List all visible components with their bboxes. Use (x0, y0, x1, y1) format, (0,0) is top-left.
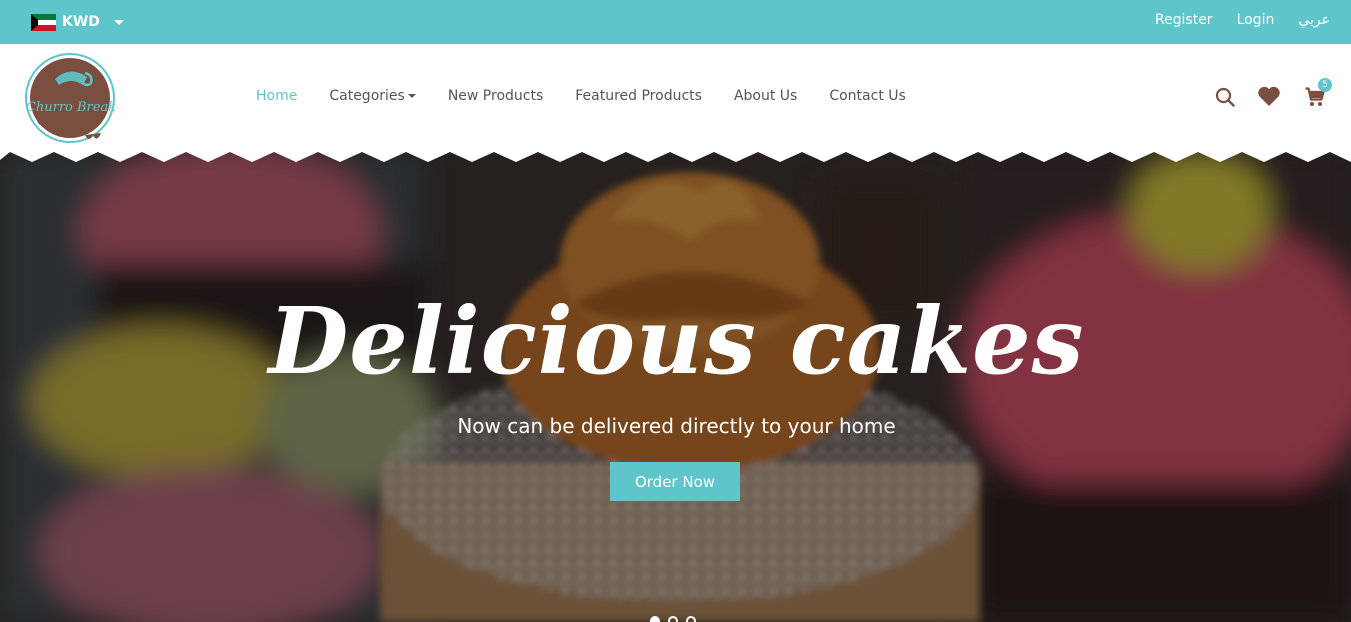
kuwait-flag-icon (31, 13, 56, 31)
main-nav: Home Categories New Products Featured Pr… (256, 88, 906, 104)
search-icon (1215, 87, 1235, 107)
logo-text: Churro Break (26, 100, 116, 115)
hero-title: Delicious cakes (268, 287, 1085, 395)
cart-button[interactable]: 5 (1305, 77, 1332, 111)
top-bar: KWD Register Login عربي (0, 0, 1351, 44)
slider-pagination (650, 616, 696, 622)
currency-label: KWD (62, 14, 100, 30)
nav-item-contact-us[interactable]: Contact Us (829, 88, 905, 104)
nav-item-featured-products[interactable]: Featured Products (575, 88, 702, 104)
slide-dot-3[interactable] (686, 616, 696, 622)
chevron-down-icon (407, 94, 416, 98)
nav-item-new-products-label: New Products (447, 88, 544, 104)
nav-item-featured-products-label: Featured Products (575, 88, 702, 104)
nav-item-home-label: Home (256, 88, 298, 104)
nav-item-about-us-label: About Us (733, 88, 798, 104)
register-link[interactable]: Register (1155, 12, 1213, 28)
heart-icon (1258, 86, 1280, 106)
chevron-down-icon (113, 20, 124, 25)
logo[interactable]: Churro Break (25, 51, 117, 143)
nav-item-categories-label: Categories (329, 88, 405, 104)
header-icons: 5 (1215, 77, 1332, 111)
nav-item-about-us[interactable]: About Us (734, 88, 797, 104)
churro-break-logo-icon: Churro Break (25, 53, 116, 143)
nav-item-home[interactable]: Home (256, 88, 297, 104)
search-button[interactable] (1215, 87, 1235, 111)
nav-item-new-products[interactable]: New Products (448, 88, 543, 104)
currency-selector[interactable]: KWD (31, 12, 124, 32)
zigzag-divider (0, 152, 1351, 162)
nav-item-categories[interactable]: Categories (329, 88, 416, 104)
slide-dot-1[interactable] (650, 616, 660, 622)
hero-subtitle: Now can be delivered directly to your ho… (457, 414, 896, 438)
login-link[interactable]: Login (1237, 12, 1275, 28)
cart-count-badge: 5 (1318, 77, 1332, 92)
account-links: Register Login عربي (1155, 12, 1330, 28)
wishlist-button[interactable] (1257, 86, 1281, 111)
main-header: Churro Break Home Categories New Product… (0, 44, 1351, 154)
nav-item-contact-us-label: Contact Us (829, 88, 906, 104)
hero-slider: Delicious cakes Now can be delivered dir… (0, 152, 1351, 622)
order-now-button[interactable]: Order Now (610, 462, 740, 501)
slide-dot-2[interactable] (668, 616, 678, 622)
language-switch-link[interactable]: عربي (1298, 12, 1330, 28)
